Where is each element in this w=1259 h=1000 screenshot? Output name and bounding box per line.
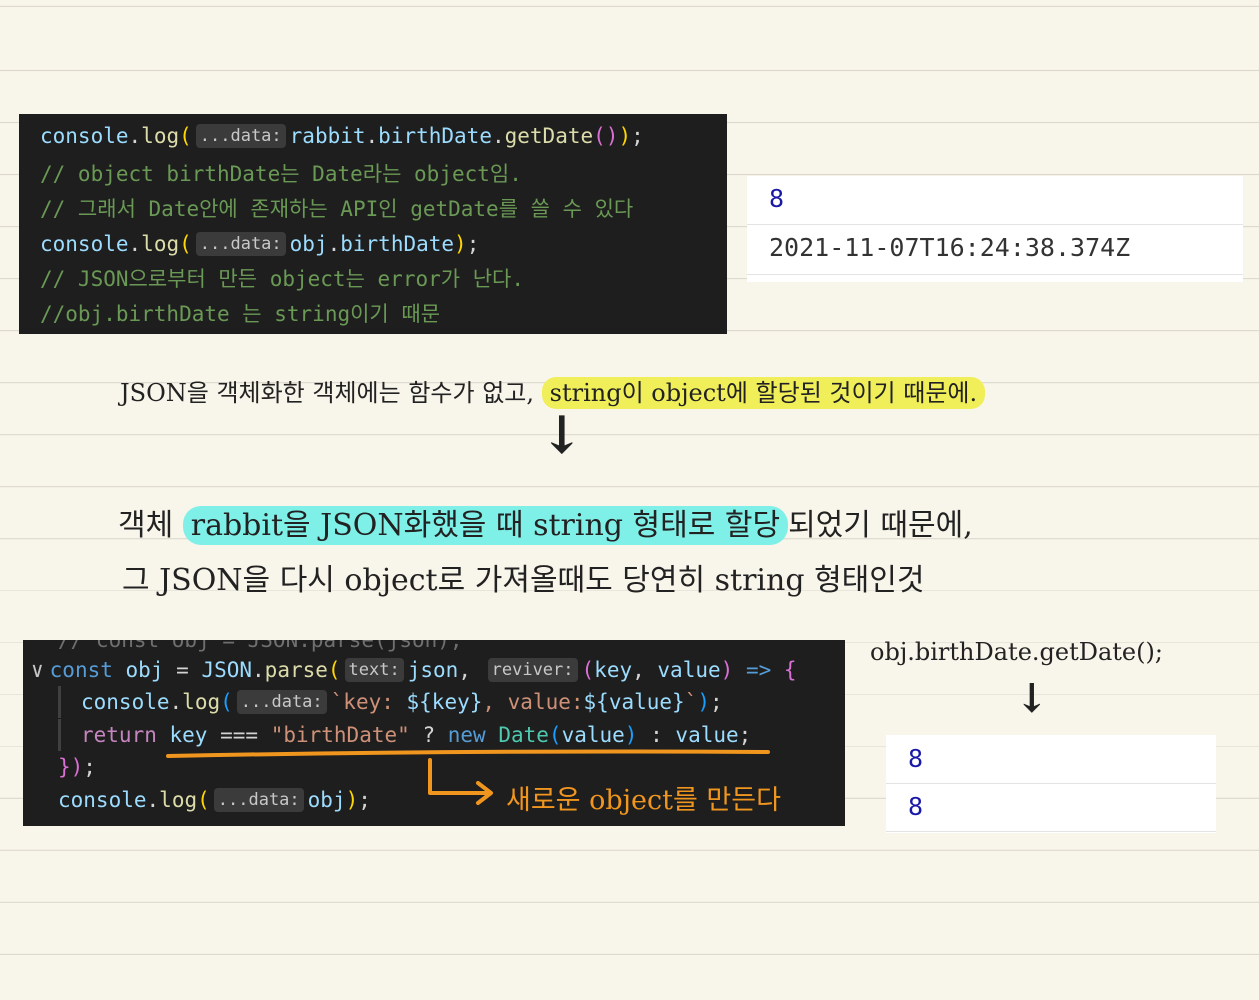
orange-underline-arrow-icon (166, 749, 770, 805)
console-row: 8 (886, 783, 1216, 832)
handwritten-note-4: obj.birthDate.getDate(); (870, 638, 1163, 666)
down-arrow-icon: ↓ (1015, 675, 1049, 722)
console-output-2: 8 8 (886, 735, 1216, 833)
console-row: 8 (886, 735, 1216, 784)
orange-annotation: 새로운 object를 만든다 (506, 785, 781, 816)
